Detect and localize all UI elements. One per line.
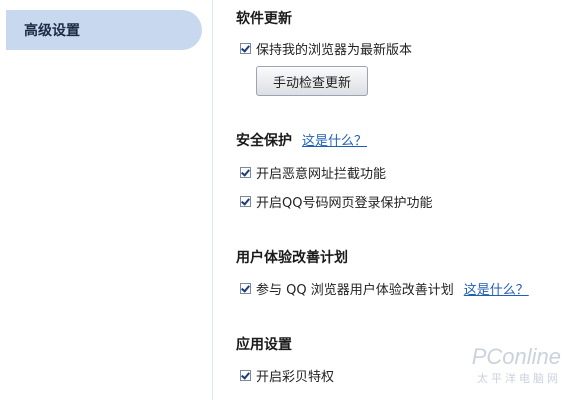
check-update-button[interactable]: 手动检查更新 bbox=[256, 66, 368, 96]
keep-latest-option[interactable]: 保持我的浏览器为最新版本 bbox=[240, 39, 412, 58]
malicious-block-label: 开启恶意网址拦截功能 bbox=[256, 167, 387, 182]
ux-help-link[interactable]: 这是什么？ bbox=[464, 279, 529, 298]
malicious-block-option[interactable]: 开启恶意网址拦截功能 bbox=[240, 163, 386, 182]
qq-login-protect-label: 开启QQ号码网页登录保护功能 bbox=[256, 196, 433, 211]
ux-join-option[interactable]: 参与 QQ 浏览器用户体验改善计划 这是什么？ bbox=[240, 279, 529, 298]
sidebar-item-advanced-settings[interactable]: 高级设置 bbox=[6, 10, 202, 50]
ux-join-checkbox[interactable] bbox=[240, 283, 251, 294]
watermark-sub: 太平洋电脑网 bbox=[477, 373, 561, 385]
pconline-watermark: PConline 太平洋电脑网 bbox=[472, 344, 561, 386]
section-title-apps: 应用设置 bbox=[236, 337, 292, 353]
qq-login-protect-checkbox[interactable] bbox=[240, 196, 251, 207]
sidebar-divider bbox=[212, 0, 213, 400]
caibei-label: 开启彩贝特权 bbox=[256, 370, 335, 385]
sidebar-item-label: 高级设置 bbox=[24, 23, 80, 39]
keep-latest-checkbox[interactable] bbox=[240, 43, 251, 54]
security-help-link[interactable]: 这是什么？ bbox=[302, 134, 367, 149]
section-title-security: 安全保护 这是什么？ bbox=[236, 130, 367, 150]
section-title-ux-program: 用户体验改善计划 bbox=[236, 250, 348, 266]
caibei-option[interactable]: 开启彩贝特权 bbox=[240, 366, 334, 385]
ux-join-label: 参与 QQ 浏览器用户体验改善计划 bbox=[256, 283, 454, 298]
section-title-software-update: 软件更新 bbox=[236, 11, 292, 27]
qq-login-protect-option[interactable]: 开启QQ号码网页登录保护功能 bbox=[240, 192, 432, 211]
security-title-text: 安全保护 bbox=[236, 133, 292, 149]
watermark-main: PConline bbox=[471, 344, 561, 369]
keep-latest-label: 保持我的浏览器为最新版本 bbox=[256, 43, 413, 58]
sidebar: 高级设置 bbox=[0, 0, 210, 400]
malicious-block-checkbox[interactable] bbox=[240, 167, 251, 178]
caibei-checkbox[interactable] bbox=[240, 370, 251, 381]
